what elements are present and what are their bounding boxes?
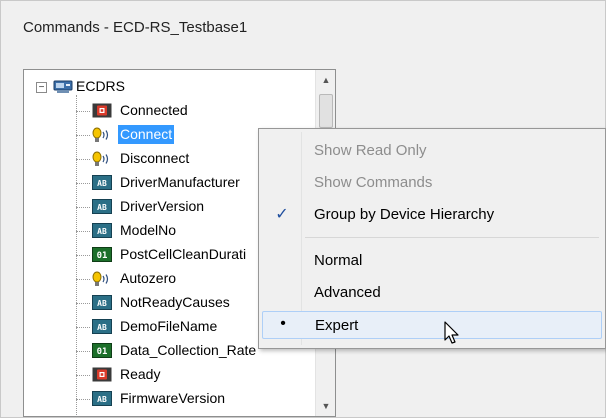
collapse-toggle-icon[interactable]: − — [36, 82, 47, 93]
tree-branch-line — [76, 231, 90, 232]
tree-root-label[interactable]: ECDRS — [76, 78, 125, 94]
svg-text:AB: AB — [97, 299, 107, 308]
tree-branch-line — [76, 375, 90, 376]
tree-branch-line — [76, 399, 90, 400]
tree-item-label[interactable]: Ready — [118, 365, 162, 384]
tree-connector — [76, 95, 77, 416]
tree-branch-line — [76, 111, 90, 112]
tree-branch-line — [76, 183, 90, 184]
svg-text:01: 01 — [97, 347, 108, 357]
tree-branch-line — [76, 351, 90, 352]
svg-text:AB: AB — [97, 395, 107, 404]
command-bulb-icon — [92, 271, 114, 293]
menu-separator — [305, 237, 599, 238]
tree-item-label[interactable]: Connected — [118, 101, 190, 120]
text-value-icon: AB — [92, 175, 112, 195]
device-icon — [53, 80, 73, 99]
tree-item-label[interactable]: Connect — [118, 125, 175, 144]
window-title: Commands - ECD-RS_Testbase1 — [23, 19, 248, 36]
context-menu: Show Read Only Show Commands ✓ Group by Dev… — [258, 128, 606, 349]
tree-item-label[interactable]: Disconnect — [118, 149, 191, 168]
tree-branch-line — [76, 327, 90, 328]
menu-item-show-commands[interactable]: Show Commands — [262, 169, 602, 197]
tree-branch-line — [76, 159, 90, 160]
svg-text:01: 01 — [97, 251, 108, 261]
menu-item-label: Group by Device Hierarchy — [314, 206, 495, 223]
menu-item-show-read-only[interactable]: Show Read Only — [262, 137, 602, 165]
menu-item-expert[interactable]: • Expert — [262, 311, 602, 339]
tree-item-label[interactable]: Autozero — [118, 269, 178, 288]
scroll-down-icon[interactable]: ▼ — [316, 396, 335, 416]
menu-item-label: Expert — [315, 317, 359, 334]
numeric-value-icon: 01 — [92, 343, 112, 363]
mouse-pointer-icon — [444, 321, 460, 350]
tree-branch-line — [76, 279, 90, 280]
tree-branch-line — [76, 135, 90, 136]
menu-item-label: Show Read Only — [314, 142, 427, 159]
checkmark-icon: ✓ — [275, 206, 289, 223]
menu-item-group-by-device-hierarchy[interactable]: ✓ Group by Device Hierarchy — [262, 201, 602, 229]
radio-dot-icon: • — [280, 315, 286, 332]
command-bulb-icon — [92, 127, 114, 149]
error-status-icon — [92, 103, 112, 123]
menu-item-label: Advanced — [314, 284, 381, 301]
tree-item-label[interactable]: NotReadyCauses — [118, 293, 232, 312]
tree-item-label[interactable]: DemoFileName — [118, 317, 219, 336]
menu-item-normal[interactable]: Normal — [262, 247, 602, 275]
numeric-value-icon: 01 — [92, 247, 112, 267]
menu-item-label: Show Commands — [314, 174, 433, 191]
tree-item-label[interactable]: ModelNo — [118, 221, 178, 240]
tree-item-label[interactable]: Data_Collection_Rate — [118, 341, 258, 360]
svg-text:AB: AB — [97, 323, 107, 332]
text-value-icon: AB — [92, 319, 112, 339]
tree-item-label[interactable]: FirmwareVersion — [118, 389, 227, 408]
scroll-up-icon[interactable]: ▲ — [316, 70, 335, 90]
text-value-icon: AB — [92, 223, 112, 243]
scrollbar-thumb[interactable] — [319, 94, 333, 128]
menu-item-label: Normal — [314, 252, 363, 269]
text-value-icon: AB — [92, 295, 112, 315]
command-bulb-icon — [92, 151, 114, 173]
menu-item-advanced[interactable]: Advanced — [262, 279, 602, 307]
svg-text:AB: AB — [97, 179, 107, 188]
text-value-icon: AB — [92, 199, 112, 219]
text-value-icon: AB — [92, 391, 112, 411]
tree-branch-line — [76, 255, 90, 256]
tree-item-label[interactable]: DriverManufacturer — [118, 173, 242, 192]
tree-item-label[interactable]: DriverVersion — [118, 197, 206, 216]
svg-text:AB: AB — [97, 203, 107, 212]
tree-branch-line — [76, 207, 90, 208]
svg-text:AB: AB — [97, 227, 107, 236]
tree-branch-line — [76, 303, 90, 304]
error-status-icon — [92, 367, 112, 387]
tree-item-label[interactable]: PostCellCleanDurati — [118, 245, 248, 264]
